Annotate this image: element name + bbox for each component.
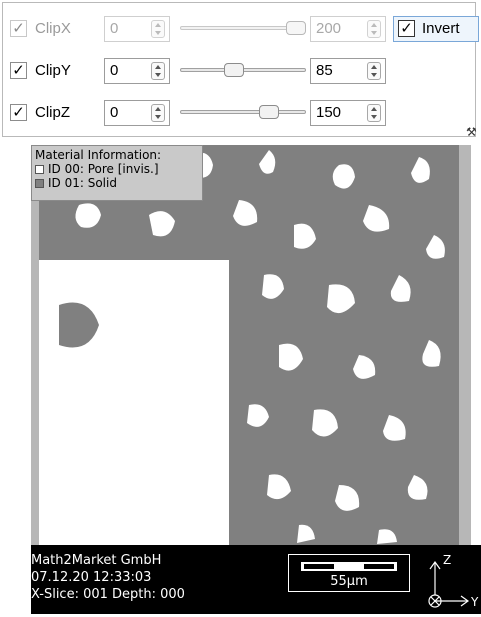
invert-check-icon[interactable]: ✓ xyxy=(398,20,415,37)
timestamp: 07.12.20 12:33:03 xyxy=(31,570,152,585)
clip-x-row: ✓ ClipX 0 200 ✓ Invert xyxy=(0,14,481,44)
spin-arrows-icon[interactable] xyxy=(367,104,381,122)
clip-y-min-value: 0 xyxy=(110,62,119,79)
clip-x-min-spinbox[interactable]: 0 xyxy=(104,16,170,42)
legend-item-label: ID 01: Solid xyxy=(48,176,117,190)
scale-bar: 55µm xyxy=(288,554,410,592)
invert-checkbox[interactable]: ✓ Invert xyxy=(393,16,479,42)
clip-z-checkbox[interactable]: ✓ xyxy=(10,104,27,121)
clip-y-row: ✓ ClipY 0 85 xyxy=(0,56,481,86)
spin-arrows-icon[interactable] xyxy=(367,20,381,38)
clip-control-panel: ✓ ClipX 0 200 ✓ Invert ✓ ClipY 0 85 ✓ Cl… xyxy=(0,0,481,141)
spin-arrows-icon[interactable] xyxy=(151,20,165,38)
clip-x-max-spinbox[interactable]: 200 xyxy=(310,16,386,42)
scale-bar-segment xyxy=(304,564,334,569)
clip-y-min-spinbox[interactable]: 0 xyxy=(104,58,170,84)
legend-title: Material Information: xyxy=(35,148,162,162)
clip-y-slider-handle[interactable] xyxy=(224,63,244,77)
slice-depth-readout: X-Slice: 001 Depth: 000 xyxy=(31,587,185,602)
legend-item-label: ID 00: Pore [invis.] xyxy=(48,162,159,176)
slider-groove xyxy=(180,110,306,114)
clip-z-min-value: 0 xyxy=(110,104,119,121)
scale-bar-label: 55µm xyxy=(330,574,368,589)
clip-z-max-spinbox[interactable]: 150 xyxy=(310,100,386,126)
clip-x-slider-handle[interactable] xyxy=(286,21,306,35)
legend-item: ID 01: Solid xyxy=(35,176,202,190)
clip-z-row: ✓ ClipZ 0 150 xyxy=(0,98,481,128)
clip-z-min-spinbox[interactable]: 0 xyxy=(104,100,170,126)
y-axis-label: Y xyxy=(471,595,479,609)
spin-arrows-icon[interactable] xyxy=(151,104,165,122)
clip-y-label: ClipY xyxy=(35,62,71,79)
clip-x-min-value: 0 xyxy=(110,20,119,37)
clip-x-slider[interactable] xyxy=(178,14,308,44)
dock-pin-icon[interactable]: ⚒ xyxy=(466,125,480,139)
clip-x-max-value: 200 xyxy=(316,20,342,37)
clip-y-max-value: 85 xyxy=(316,62,333,79)
spin-arrows-icon[interactable] xyxy=(151,62,165,80)
invert-label: Invert xyxy=(422,20,460,37)
clip-y-slider[interactable] xyxy=(178,56,308,86)
z-axis-label: Z xyxy=(443,553,452,567)
material-legend: Material Information: ID 00: Pore [invis… xyxy=(31,145,203,201)
pore-swatch-icon xyxy=(35,165,44,174)
orientation-axes-icon: Z Y xyxy=(421,553,481,613)
clip-z-slider-handle[interactable] xyxy=(259,105,279,119)
scale-bar-graphic xyxy=(301,562,397,571)
info-bar: Math2Market GmbH 07.12.20 12:33:03 X-Sli… xyxy=(31,545,481,614)
solid-swatch-icon xyxy=(35,179,44,188)
clip-y-checkbox[interactable]: ✓ xyxy=(10,62,27,79)
legend-item: ID 00: Pore [invis.] xyxy=(35,162,202,176)
company-name: Math2Market GmbH xyxy=(31,553,162,568)
structure-slice-image xyxy=(39,145,459,545)
clip-x-label: ClipX xyxy=(35,20,71,37)
spin-arrows-icon[interactable] xyxy=(367,62,381,80)
volume-viewer[interactable] xyxy=(31,145,471,545)
clip-z-slider[interactable] xyxy=(178,98,308,128)
clip-x-checkbox[interactable]: ✓ xyxy=(10,20,27,37)
clip-z-max-value: 150 xyxy=(316,104,342,121)
clip-y-max-spinbox[interactable]: 85 xyxy=(310,58,386,84)
clip-z-label: ClipZ xyxy=(35,104,71,121)
scale-bar-segment xyxy=(364,564,394,569)
